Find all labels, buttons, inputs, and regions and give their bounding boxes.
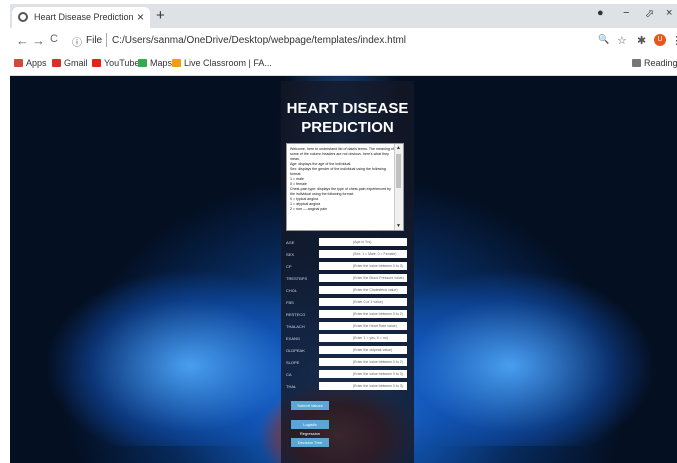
- description-textarea[interactable]: Welcome, here to understand list of data…: [286, 143, 404, 231]
- field-thalach: THALACH: [281, 322, 414, 332]
- field-chol: CHOL: [281, 286, 414, 296]
- bookmark-label: Maps: [150, 58, 173, 68]
- scroll-thumb[interactable]: [396, 154, 401, 188]
- field-age: AGE: [281, 238, 414, 248]
- bookmark-maps[interactable]: Maps: [138, 58, 172, 68]
- forward-button[interactable]: →: [32, 33, 45, 48]
- menu-icon[interactable]: ⋮: [671, 34, 677, 47]
- tab-heart-disease[interactable]: Heart Disease Prediction ×: [12, 7, 150, 28]
- field-label: RESTECG: [286, 312, 306, 317]
- restore-button[interactable]: ⬀: [645, 7, 654, 20]
- exang-input[interactable]: [319, 334, 407, 342]
- bookmark-label: Live Classroom | FA...: [184, 58, 272, 68]
- field-fbs: FBS: [281, 298, 414, 308]
- address-separator: [106, 33, 107, 47]
- reload-button[interactable]: C: [50, 33, 58, 45]
- restecg-input[interactable]: [319, 310, 407, 318]
- field-label: SLOPE: [286, 360, 300, 365]
- scroll-up-icon[interactable]: ▲: [396, 145, 401, 151]
- field-label: CHOL: [286, 288, 298, 293]
- field-label: CA: [286, 372, 292, 377]
- back-button[interactable]: ←: [16, 33, 29, 48]
- bookmark-gmail[interactable]: Gmail: [52, 58, 88, 68]
- title-line-2: PREDICTION: [301, 119, 394, 136]
- youtube-icon: [92, 59, 101, 67]
- scheme-label: File: [86, 35, 103, 46]
- bookmark-youtube[interactable]: YouTube: [92, 58, 139, 68]
- oldpeak-input[interactable]: [319, 346, 407, 354]
- field-label: CP: [286, 264, 292, 269]
- scroll-down-icon[interactable]: ▼: [396, 223, 401, 229]
- address-toolbar: ← → C ⓘ File C:/Users/sanma/OneDrive/Des…: [10, 28, 677, 54]
- bookmark-label: YouTube: [104, 58, 140, 68]
- logistic-regression-button[interactable]: Logistic Regression: [291, 420, 329, 436]
- bookmark-label: Gmail: [64, 58, 88, 68]
- reading-list-label: Reading lis: [644, 58, 677, 68]
- field-slope: SLOPE: [281, 358, 414, 368]
- url-text[interactable]: C:/Users/sanma/OneDrive/Desktop/webpage/…: [112, 35, 406, 46]
- field-label: THALACH: [286, 324, 305, 329]
- tab-close-icon[interactable]: ×: [137, 10, 144, 24]
- decision-tree-button[interactable]: Decision Tree: [291, 438, 329, 447]
- field-label: EXANG: [286, 336, 301, 341]
- field-label: AGE: [286, 240, 295, 245]
- submit-values-button[interactable]: Submit Values: [291, 401, 329, 410]
- page-title: HEART DISEASE PREDICTION: [281, 99, 414, 137]
- field-restecg: RESTECG: [281, 310, 414, 320]
- tab-title: Heart Disease Prediction: [34, 12, 134, 22]
- field-label: THAL: [286, 384, 297, 389]
- extensions-icon[interactable]: ✱: [637, 34, 646, 47]
- new-tab-button[interactable]: +: [156, 7, 165, 24]
- field-oldpeak: OLDPEAK: [281, 346, 414, 356]
- star-icon[interactable]: ☆: [617, 34, 627, 47]
- field-trestbps: TRESTBPS: [281, 274, 414, 284]
- field-ca: CA: [281, 370, 414, 380]
- field-label: FBS: [286, 300, 294, 305]
- status-icon[interactable]: ●: [597, 7, 604, 19]
- bookmark-label: Apps: [26, 58, 47, 68]
- prediction-form-panel: HEART DISEASE PREDICTION Welcome, here t…: [281, 81, 414, 463]
- minimize-button[interactable]: −: [623, 7, 629, 19]
- bookmarks-bar: Apps Gmail YouTube Maps Live Classroom |…: [10, 54, 677, 76]
- close-window-button[interactable]: ×: [666, 7, 672, 19]
- reading-list-icon: [632, 59, 641, 67]
- address-bar[interactable]: ⓘ File C:/Users/sanma/OneDrive/Desktop/w…: [68, 31, 643, 51]
- age-input[interactable]: [319, 238, 407, 246]
- browser-window: Heart Disease Prediction × + ● − ⬀ × ← →…: [10, 4, 677, 463]
- bookmark-live-classroom[interactable]: Live Classroom | FA...: [172, 58, 272, 68]
- trestbps-input[interactable]: [319, 274, 407, 282]
- tab-strip: Heart Disease Prediction × + ● − ⬀ ×: [10, 4, 677, 28]
- zoom-icon[interactable]: 🔍: [598, 34, 609, 45]
- ca-input[interactable]: [319, 370, 407, 378]
- cp-input[interactable]: [319, 262, 407, 270]
- gmail-icon: [52, 59, 61, 67]
- info-icon[interactable]: ⓘ: [72, 34, 82, 49]
- field-label: SEX: [286, 252, 295, 257]
- field-label: OLDPEAK: [286, 348, 305, 353]
- title-line-1: HEART DISEASE: [286, 100, 409, 117]
- field-cp: CP: [281, 262, 414, 272]
- sex-input[interactable]: [319, 250, 407, 258]
- field-exang: EXANG: [281, 334, 414, 344]
- thal-input[interactable]: [319, 382, 407, 390]
- classroom-icon: [172, 59, 181, 67]
- globe-icon: [18, 12, 28, 22]
- apps-grid-icon: [14, 59, 23, 67]
- maps-pin-icon: [138, 59, 147, 67]
- field-label: TRESTBPS: [286, 276, 308, 281]
- fbs-input[interactable]: [319, 298, 407, 306]
- avatar[interactable]: U: [654, 34, 666, 46]
- field-sex: SEX: [281, 250, 414, 260]
- chol-input[interactable]: [319, 286, 407, 294]
- reading-list[interactable]: Reading lis: [632, 58, 677, 68]
- field-thal: THAL: [281, 382, 414, 392]
- thalach-input[interactable]: [319, 322, 407, 330]
- description-scrollbar[interactable]: ▲ ▼: [394, 144, 403, 230]
- description-text: Welcome, here to understand list of data…: [290, 147, 394, 211]
- slope-input[interactable]: [319, 358, 407, 366]
- page-viewport: HEART DISEASE PREDICTION Welcome, here t…: [10, 76, 677, 463]
- bookmark-apps[interactable]: Apps: [14, 58, 47, 68]
